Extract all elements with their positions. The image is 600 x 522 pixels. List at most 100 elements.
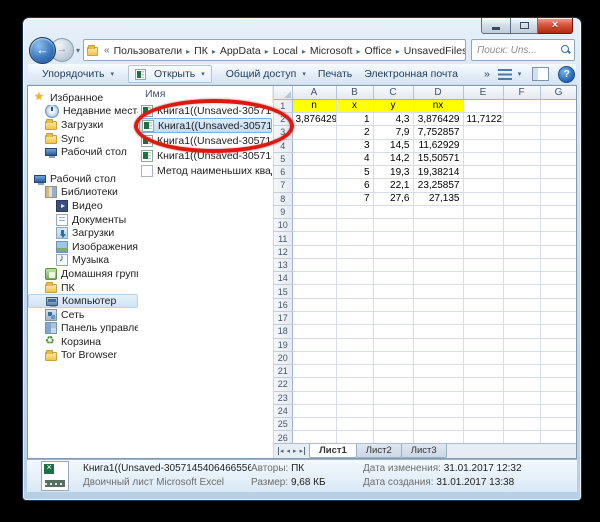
cell-B9 [336, 205, 373, 218]
sidebar-item-недавние-места[interactable]: Недавние места [28, 105, 138, 119]
sidebar-item-видео[interactable]: Видео [28, 199, 138, 213]
cell-A23 [292, 391, 336, 404]
cell-D18 [413, 325, 463, 338]
row-header-25: 25 [274, 418, 292, 431]
cell-B11 [336, 232, 373, 245]
sidebar-item-музыка[interactable]: Музыка [28, 254, 138, 268]
breadcrumb-item[interactable]: ПК [192, 45, 210, 57]
sidebar-item-рабочий-стол[interactable]: Рабочий стол [28, 172, 138, 186]
breadcrumb-item[interactable]: Пользователи [112, 45, 185, 57]
network-icon [45, 309, 57, 321]
preview-pane-button[interactable] [532, 67, 549, 81]
cell-B21 [336, 365, 373, 378]
cell-D19 [413, 338, 463, 351]
breadcrumb-separator[interactable]: ▸ [184, 47, 192, 56]
sidebar-item-label: Библиотеки [61, 186, 118, 198]
breadcrumb-item[interactable]: UnsavedFiles [402, 45, 466, 57]
cell-F21 [503, 365, 540, 378]
cell-B10 [336, 219, 373, 232]
cell-G17 [540, 312, 577, 325]
cell-F19 [503, 338, 540, 351]
breadcrumb-separator[interactable]: ▸ [263, 47, 271, 56]
sidebar-item-изображения[interactable]: Изображения [28, 240, 138, 254]
cell-C4: 14,5 [373, 139, 413, 152]
breadcrumb-overflow-chevron[interactable]: « [102, 45, 112, 56]
size-value: 9,68 КБ [291, 477, 326, 488]
open-button[interactable]: Открыть ▾ [128, 65, 212, 83]
maximize-button[interactable] [511, 18, 538, 34]
breadcrumb-item[interactable]: Microsoft [308, 45, 355, 57]
toolbar-overflow-button[interactable]: » [478, 66, 496, 82]
organize-button[interactable]: Упорядочить ▾ [36, 66, 120, 82]
cell-D25 [413, 418, 463, 431]
pictures-icon [56, 241, 68, 253]
cell-E1 [463, 99, 503, 112]
row-header-24: 24 [274, 404, 292, 417]
sidebar-item-пк[interactable]: ПК [28, 281, 138, 295]
breadcrumb-separator[interactable]: ▸ [394, 47, 402, 56]
sidebar-item-корзина[interactable]: Корзина [28, 335, 138, 349]
cell-E19 [463, 338, 503, 351]
share-button[interactable]: Общий доступ ▾ [220, 66, 312, 82]
change-view-button[interactable]: ▾ [496, 67, 524, 82]
cell-E24 [463, 404, 503, 417]
sheet-tab-лист2[interactable]: Лист2 [356, 444, 402, 458]
cell-C21 [373, 365, 413, 378]
email-button[interactable]: Электронная почта [358, 66, 464, 82]
sidebar-item-sync[interactable]: Sync [28, 132, 138, 146]
sidebar-item-избранное[interactable]: Избранное [28, 91, 138, 105]
cell-B7: 6 [336, 179, 373, 192]
cell-B18 [336, 325, 373, 338]
row-header-8: 8 [274, 192, 292, 205]
file-item[interactable]: Метод наименьших квадратов [139, 163, 272, 178]
close-button[interactable]: × [538, 18, 573, 34]
cell-F14 [503, 272, 540, 285]
sidebar-item-документы[interactable]: Документы [28, 213, 138, 227]
sidebar-item-библиотеки[interactable]: Библиотеки [28, 186, 138, 200]
cell-B16 [336, 298, 373, 311]
recent-pages-dropdown[interactable]: ▾ [76, 46, 80, 55]
breadcrumb-item[interactable]: Local [271, 45, 300, 57]
row-header-19: 19 [274, 338, 292, 351]
sidebar-item-рабочий-стол[interactable]: Рабочий стол [28, 145, 138, 159]
next-sheet-button[interactable]: ▸ [293, 447, 297, 455]
sidebar-item-загрузки[interactable]: Загрузки [28, 118, 138, 132]
sheet-tab-лист1[interactable]: Лист1 [309, 444, 357, 458]
file-item-label: Метод наименьших квадратов [157, 165, 272, 177]
first-sheet-button[interactable]: ◂ [278, 447, 284, 455]
cell-B5: 4 [336, 152, 373, 165]
breadcrumb-separator[interactable]: ▸ [210, 47, 218, 56]
minimize-button[interactable] [481, 18, 511, 34]
sidebar-item-tor-browser[interactable]: Tor Browser [28, 349, 138, 363]
cell-C24 [373, 404, 413, 417]
cell-E14 [463, 272, 503, 285]
print-button[interactable]: Печать [312, 66, 358, 82]
back-button[interactable]: ← [29, 37, 56, 64]
row-header-21: 21 [274, 365, 292, 378]
address-bar[interactable]: « Пользователи▸ПК▸AppData▸Local▸Microsof… [83, 39, 466, 61]
sidebar-item-загрузки[interactable]: Загрузки [28, 226, 138, 240]
sidebar-item-label: Tor Browser [61, 349, 117, 361]
breadcrumb-item[interactable]: AppData [218, 45, 263, 57]
sheet-tab-лист3[interactable]: Лист3 [401, 444, 447, 458]
sidebar-item-сеть[interactable]: Сеть [28, 308, 138, 322]
cell-B2: 1 [336, 113, 373, 126]
sidebar-item-домашняя-группа[interactable]: Домашняя группа [28, 267, 138, 281]
cell-F24 [503, 404, 540, 417]
breadcrumb-item[interactable]: Office [362, 45, 393, 57]
last-sheet-button[interactable]: ▸ [300, 447, 306, 455]
cell-B14 [336, 272, 373, 285]
cell-G2 [540, 113, 577, 126]
prev-sheet-button[interactable]: ◂ [287, 447, 291, 455]
cell-E15 [463, 285, 503, 298]
help-button[interactable]: ? [558, 66, 575, 83]
cell-C20 [373, 351, 413, 364]
breadcrumb-separator[interactable]: ▸ [300, 47, 308, 56]
sidebar-item-панель-управления[interactable]: Панель управления [28, 322, 138, 336]
sidebar-item-компьютер[interactable]: Компьютер [28, 294, 138, 308]
share-label: Общий доступ [226, 68, 297, 80]
folder-icon [45, 121, 57, 130]
search-input[interactable] [475, 44, 561, 57]
row-header-11: 11 [274, 232, 292, 245]
email-label: Электронная почта [364, 68, 458, 80]
